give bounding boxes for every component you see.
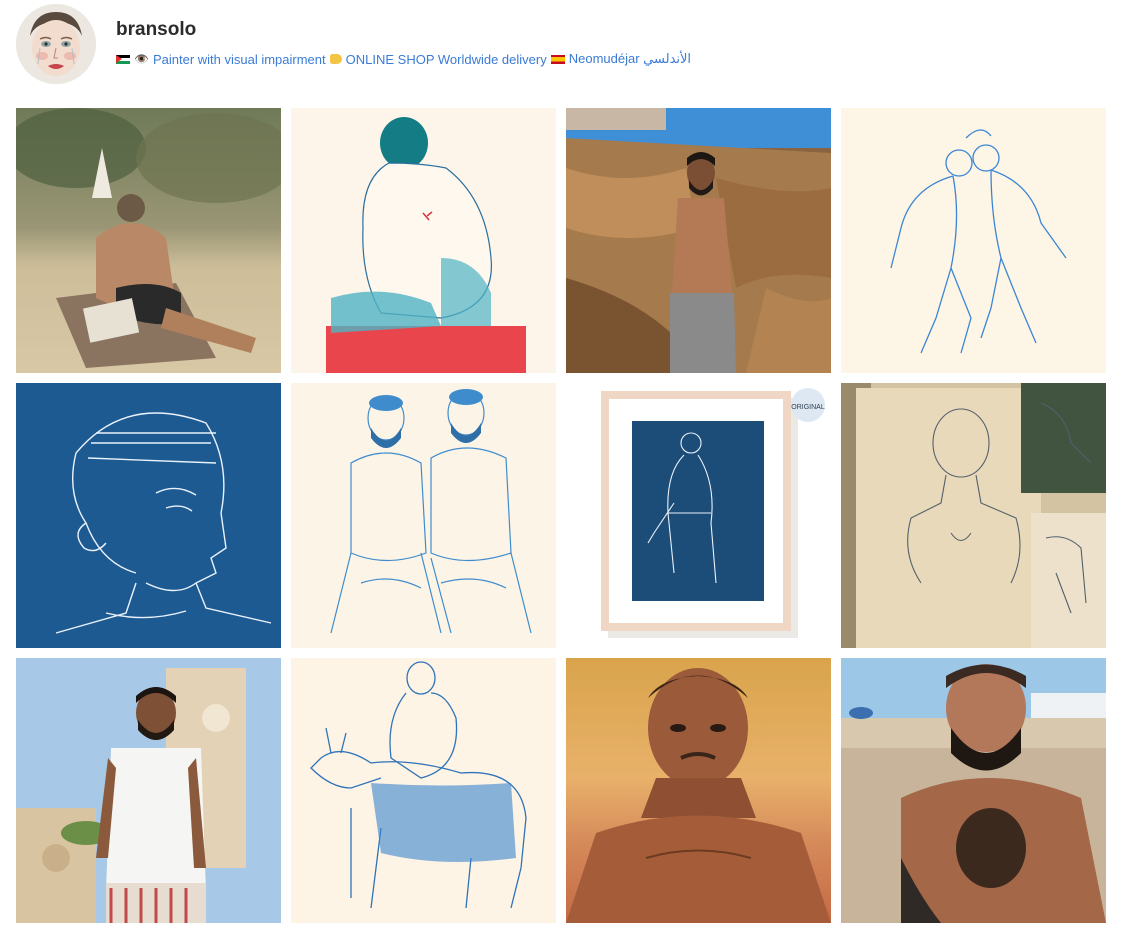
spain-flag-icon bbox=[550, 54, 565, 64]
profile-bio: 👁️ Painter with visual impairment ONLINE… bbox=[116, 51, 691, 67]
eye-icon: 👁️ bbox=[134, 52, 149, 66]
post-painting-beach-man-lying[interactable] bbox=[16, 108, 281, 373]
bio-text-painter[interactable]: Painter with visual impairment bbox=[153, 52, 326, 67]
posts-grid: ORIGINAL bbox=[16, 108, 1106, 923]
profile-avatar[interactable] bbox=[16, 4, 96, 84]
post-drawing-man-on-donkey[interactable] bbox=[291, 658, 556, 923]
post-sketches-on-wall[interactable] bbox=[841, 383, 1106, 648]
original-badge: ORIGINAL bbox=[791, 404, 825, 411]
post-drawing-blue-portrait[interactable] bbox=[16, 383, 281, 648]
bio-text-neomudejar[interactable]: Neomudéjar الأندلسي bbox=[569, 51, 691, 67]
post-drawing-two-blue-figures[interactable] bbox=[841, 108, 1106, 373]
post-painting-man-portrait[interactable] bbox=[566, 658, 831, 923]
profile-header: bransolo 👁️ Painter with visual impairme… bbox=[16, 4, 1108, 84]
pointing-hand-icon bbox=[329, 54, 342, 64]
post-framed-print-original[interactable]: ORIGINAL bbox=[566, 383, 831, 648]
post-photo-bearded-man-beach[interactable] bbox=[841, 658, 1106, 923]
post-photo-man-rocks[interactable] bbox=[566, 108, 831, 373]
post-drawing-man-back-red-block[interactable] bbox=[291, 108, 556, 373]
post-photo-man-tank-top[interactable] bbox=[16, 658, 281, 923]
profile-username[interactable]: bransolo bbox=[116, 19, 196, 41]
bio-text-shop[interactable]: ONLINE SHOP Worldwide delivery bbox=[346, 52, 547, 67]
palestine-flag-icon bbox=[116, 54, 130, 64]
post-drawing-two-bearded-men[interactable] bbox=[291, 383, 556, 648]
